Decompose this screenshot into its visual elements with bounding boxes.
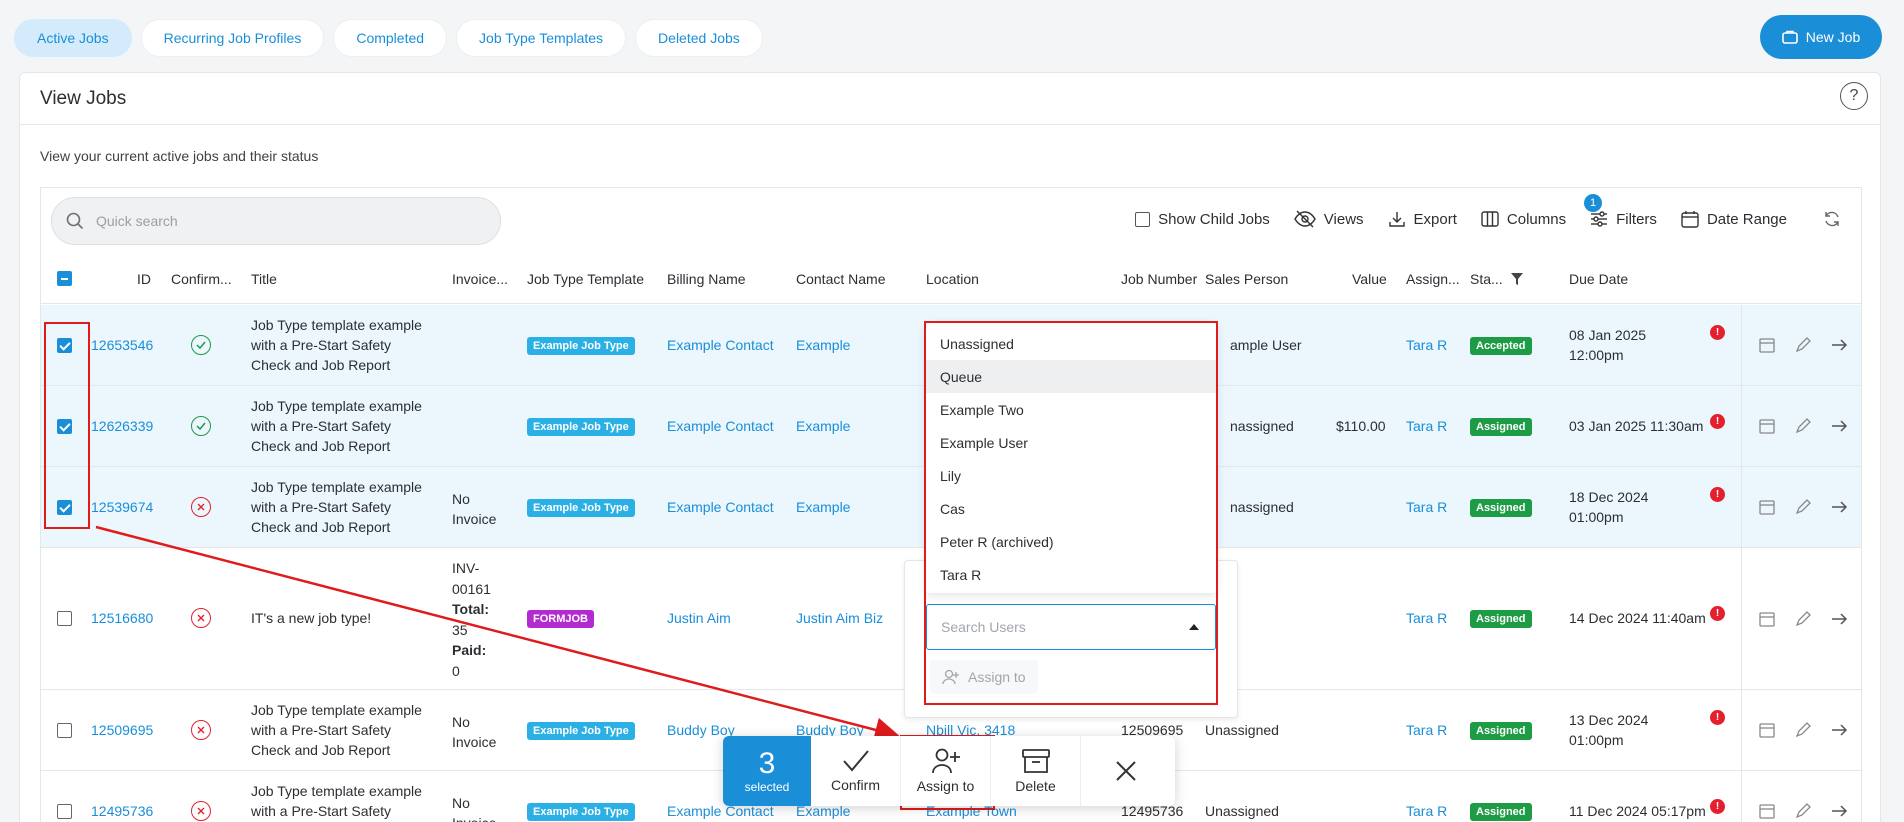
selected-count-label: selected <box>744 780 790 794</box>
selected-count: 3 selected <box>723 736 811 806</box>
user-plus-icon <box>931 748 960 774</box>
confirm-label: Confirm <box>830 777 880 793</box>
checkmark-icon <box>842 750 869 772</box>
close-action-bar-button[interactable] <box>1081 736 1171 806</box>
delete-label: Delete <box>1015 778 1056 794</box>
assign-to-button[interactable]: Assign to <box>901 736 991 806</box>
delete-button[interactable]: Delete <box>991 736 1081 806</box>
confirm-button[interactable]: Confirm <box>811 736 901 806</box>
selected-count-number: 3 <box>758 747 776 780</box>
annotation-arrow <box>95 525 900 743</box>
assign-to-label: Assign to <box>916 778 975 794</box>
close-icon <box>1116 761 1136 781</box>
bulk-action-bar: 3 selected Confirm Assign to Delete <box>723 736 1175 806</box>
archive-box-icon <box>1021 749 1050 773</box>
